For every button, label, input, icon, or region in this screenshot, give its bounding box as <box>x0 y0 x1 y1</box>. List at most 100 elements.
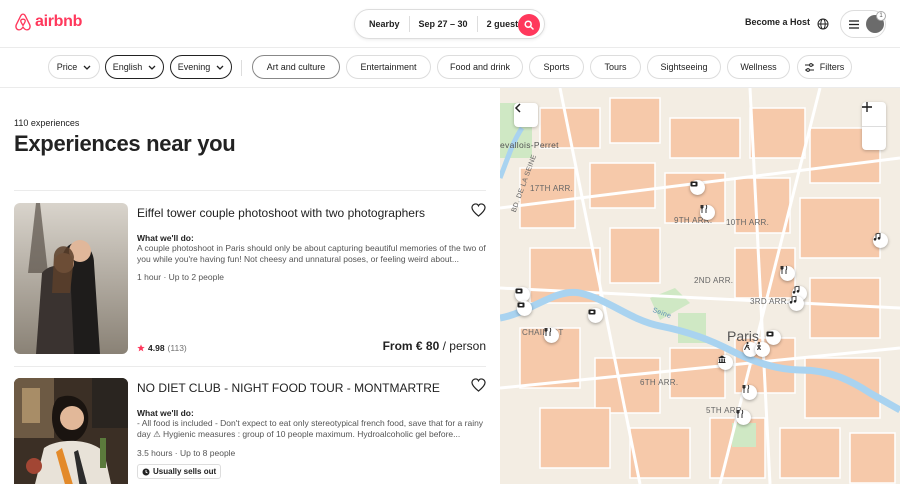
map[interactable]: evallois-Perret 17TH ARR. 9TH ARR. 10TH … <box>500 88 900 484</box>
heart-icon <box>471 203 486 217</box>
listing-photo[interactable] <box>14 378 128 484</box>
airbnb-logo-icon <box>15 13 31 31</box>
category-label: Wellness <box>740 62 777 72</box>
listing-description: A couple photoshoot in Paris should only… <box>137 243 486 264</box>
logo-text: airbnb <box>35 13 83 30</box>
map-marker-food[interactable] <box>700 205 715 220</box>
listing-rating: 4.98 (113) <box>137 343 187 353</box>
time-filter-label: Evening <box>177 62 211 72</box>
category-label: Sightseeing <box>660 62 708 72</box>
page-title: Experiences near you <box>14 131 236 156</box>
map-marker-ticket[interactable] <box>766 330 781 345</box>
listing-photo[interactable] <box>14 203 128 354</box>
map-label-6th: 6TH ARR. <box>640 378 679 387</box>
fork-knife-icon <box>742 385 750 393</box>
review-count: (113) <box>167 343 187 353</box>
category-sports[interactable]: Sports <box>529 55 584 79</box>
badge-label: Usually sells out <box>153 467 217 476</box>
category-tours[interactable]: Tours <box>590 55 641 79</box>
time-filter[interactable]: Evening <box>170 55 232 79</box>
map-marker-walking[interactable] <box>755 342 770 357</box>
category-label: Sports <box>543 62 570 72</box>
map-marker-food[interactable] <box>736 410 751 425</box>
fork-knife-icon <box>544 328 552 336</box>
listing-meta: 1 hour · Up to 2 people <box>137 272 224 282</box>
notification-badge: 1 <box>876 11 886 21</box>
search-icon <box>524 20 534 30</box>
ticket-icon <box>515 288 523 294</box>
ticket-icon <box>766 331 774 337</box>
become-host-link[interactable]: Become a Host <box>745 17 810 27</box>
category-entertainment[interactable]: Entertainment <box>346 55 431 79</box>
chevron-down-icon <box>216 65 224 70</box>
music-note-icon <box>789 296 797 304</box>
listing-photo-image <box>14 378 128 484</box>
map-marker-ticket[interactable] <box>517 301 532 316</box>
listing-title[interactable]: Eiffel tower couple photoshoot with two … <box>137 206 425 220</box>
category-sightseeing[interactable]: Sightseeing <box>647 55 721 79</box>
what-we-do-label: What we'll do: <box>137 233 194 243</box>
rating-value: 4.98 <box>148 343 165 353</box>
map-marker-music[interactable] <box>873 233 888 248</box>
category-art-and-culture[interactable]: Art and culture <box>252 55 340 79</box>
map-marker-food[interactable] <box>544 328 559 343</box>
chevron-down-icon <box>148 65 156 70</box>
chevron-left-icon <box>514 103 521 113</box>
map-label-levallois: evallois-Perret <box>500 140 559 150</box>
price-value: From € 80 <box>382 339 440 353</box>
chevron-down-icon <box>83 65 91 70</box>
map-marker-landmark[interactable] <box>718 355 733 370</box>
minus-icon <box>862 106 872 108</box>
landmark-icon <box>718 355 726 363</box>
sliders-icon <box>804 62 814 72</box>
map-back-button[interactable] <box>514 103 538 127</box>
map-label-2nd: 2ND ARR. <box>694 276 734 285</box>
music-note-icon <box>792 286 800 294</box>
category-food-and-drink[interactable]: Food and drink <box>437 55 523 79</box>
airbnb-logo[interactable]: airbnb <box>14 12 82 32</box>
language-filter-label: English <box>112 62 143 72</box>
category-label: Art and culture <box>266 62 326 72</box>
music-note-icon <box>873 233 881 241</box>
map-label-3rd: 3RD ARR. <box>750 297 790 306</box>
map-marker-food[interactable] <box>780 266 795 281</box>
category-label: Food and drink <box>449 62 511 72</box>
map-zoom-controls <box>862 102 886 150</box>
search-button[interactable] <box>518 14 540 36</box>
category-label: Entertainment <box>360 62 417 72</box>
map-label-10th: 10TH ARR. <box>726 218 770 227</box>
listing-description: - All food is included - Don't expect to… <box>137 418 484 439</box>
filter-divider <box>241 60 242 76</box>
listing-title[interactable]: NO DIET CLUB - NIGHT FOOD TOUR - MONTMAR… <box>137 381 440 395</box>
clock-icon <box>142 468 150 475</box>
what-we-do-label: What we'll do: <box>137 408 194 418</box>
category-wellness[interactable]: Wellness <box>727 55 790 79</box>
search-dates[interactable]: Sep 27 – 30 <box>410 19 477 29</box>
listing-photo-image <box>14 203 128 354</box>
map-marker-ticket[interactable] <box>515 287 530 302</box>
map-marker-ticket[interactable] <box>690 180 705 195</box>
ticket-icon <box>690 181 698 187</box>
search-bar[interactable]: Nearby Sep 27 – 30 2 guests <box>354 9 545 39</box>
map-marker-music[interactable] <box>789 296 804 311</box>
top-header: airbnb Nearby Sep 27 – 30 2 guests Becom… <box>0 0 900 48</box>
filters-button[interactable]: Filters <box>797 55 852 79</box>
price-filter[interactable]: Price <box>48 55 100 79</box>
fork-knife-icon <box>700 205 708 213</box>
language-button[interactable] <box>817 17 829 35</box>
language-filter[interactable]: English <box>105 55 164 79</box>
map-marker-ticket[interactable] <box>588 308 603 323</box>
results-count: 110 experiences <box>14 118 80 128</box>
fork-knife-icon <box>780 266 788 274</box>
walking-icon <box>757 342 761 350</box>
wishlist-button[interactable] <box>471 203 486 222</box>
divider <box>14 190 486 191</box>
ticket-icon <box>588 309 596 315</box>
divider <box>14 366 486 367</box>
search-location[interactable]: Nearby <box>355 19 409 29</box>
map-marker-food[interactable] <box>742 385 757 400</box>
zoom-out-button[interactable] <box>862 106 886 151</box>
wishlist-button[interactable] <box>471 378 486 397</box>
listing-meta: 3.5 hours · Up to 8 people <box>137 448 236 458</box>
ticket-icon <box>517 302 525 308</box>
